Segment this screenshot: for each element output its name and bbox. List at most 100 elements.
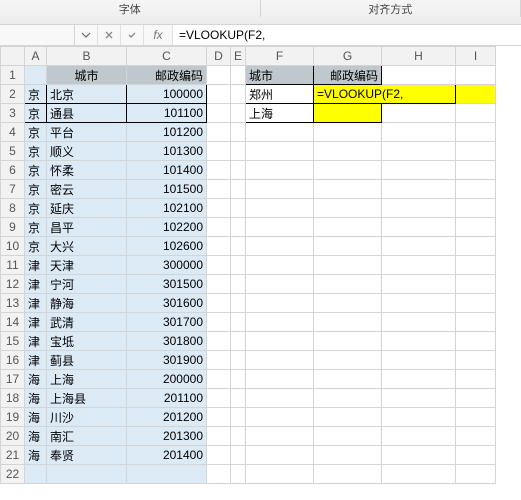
cell[interactable] bbox=[382, 180, 456, 199]
cell[interactable]: 京 bbox=[25, 123, 47, 142]
col-header[interactable]: I bbox=[456, 47, 496, 66]
cell[interactable] bbox=[382, 275, 456, 294]
cell[interactable]: 301500 bbox=[127, 275, 207, 294]
row-header[interactable]: 20 bbox=[1, 427, 25, 446]
cell[interactable] bbox=[231, 332, 246, 351]
cell[interactable] bbox=[456, 313, 496, 332]
cell[interactable] bbox=[456, 123, 496, 142]
cell[interactable] bbox=[382, 256, 456, 275]
cell[interactable] bbox=[231, 104, 246, 123]
cell[interactable] bbox=[314, 427, 382, 446]
cell[interactable]: 100000 bbox=[127, 85, 207, 104]
cell[interactable] bbox=[456, 446, 496, 465]
cell[interactable]: 海 bbox=[25, 446, 47, 465]
row-header[interactable]: 10 bbox=[1, 237, 25, 256]
cell[interactable] bbox=[456, 104, 496, 123]
cell[interactable]: 海 bbox=[25, 408, 47, 427]
cell[interactable] bbox=[382, 123, 456, 142]
main-header-zip[interactable]: 邮政编码 bbox=[127, 66, 207, 85]
row-header[interactable]: 2 bbox=[1, 85, 25, 104]
cell[interactable] bbox=[314, 351, 382, 370]
cell[interactable]: 京 bbox=[25, 180, 47, 199]
cell[interactable] bbox=[246, 161, 314, 180]
cell[interactable]: 上海县 bbox=[47, 389, 127, 408]
cell[interactable]: 延庆 bbox=[47, 199, 127, 218]
cell[interactable] bbox=[207, 161, 231, 180]
cell[interactable]: 大兴 bbox=[47, 237, 127, 256]
cell[interactable]: 101200 bbox=[127, 123, 207, 142]
row-header[interactable]: 16 bbox=[1, 351, 25, 370]
cell[interactable] bbox=[231, 465, 246, 484]
row-header[interactable]: 1 bbox=[1, 66, 25, 85]
cell[interactable]: 密云 bbox=[47, 180, 127, 199]
cell[interactable] bbox=[382, 142, 456, 161]
cell[interactable] bbox=[246, 465, 314, 484]
cell[interactable] bbox=[382, 313, 456, 332]
cell[interactable]: 武清 bbox=[47, 313, 127, 332]
cell[interactable]: 301700 bbox=[127, 313, 207, 332]
cell[interactable] bbox=[246, 199, 314, 218]
cell[interactable] bbox=[207, 123, 231, 142]
cell[interactable] bbox=[382, 104, 456, 123]
cell[interactable] bbox=[382, 465, 456, 484]
cell[interactable] bbox=[456, 218, 496, 237]
cell[interactable] bbox=[456, 66, 496, 85]
spreadsheet-grid[interactable]: A B C D E F G H I 1 城市 邮政编码 城市 邮政编码 2 京 … bbox=[0, 46, 521, 484]
confirm-formula-icon[interactable] bbox=[121, 25, 144, 45]
row-header[interactable]: 12 bbox=[1, 275, 25, 294]
cell[interactable] bbox=[246, 446, 314, 465]
cell[interactable] bbox=[456, 389, 496, 408]
cancel-formula-icon[interactable] bbox=[98, 25, 121, 45]
cell[interactable] bbox=[246, 142, 314, 161]
cell[interactable] bbox=[246, 123, 314, 142]
cell[interactable] bbox=[314, 237, 382, 256]
cell[interactable]: 201200 bbox=[127, 408, 207, 427]
cell[interactable]: 201100 bbox=[127, 389, 207, 408]
cell[interactable] bbox=[382, 408, 456, 427]
cell[interactable] bbox=[207, 275, 231, 294]
namebox-dropdown-icon[interactable] bbox=[75, 25, 98, 45]
cell[interactable] bbox=[456, 85, 496, 104]
lookup-city[interactable]: 郑州 bbox=[246, 85, 314, 104]
cell[interactable] bbox=[231, 389, 246, 408]
cell[interactable]: 京 bbox=[25, 161, 47, 180]
cell[interactable] bbox=[231, 427, 246, 446]
col-header[interactable]: H bbox=[382, 47, 456, 66]
cell[interactable] bbox=[246, 313, 314, 332]
cell[interactable] bbox=[207, 199, 231, 218]
cell[interactable] bbox=[207, 427, 231, 446]
cell[interactable] bbox=[314, 408, 382, 427]
col-header[interactable]: D bbox=[207, 47, 231, 66]
cell[interactable]: 津 bbox=[25, 351, 47, 370]
cell[interactable] bbox=[382, 446, 456, 465]
cell[interactable]: 宝坻 bbox=[47, 332, 127, 351]
cell[interactable] bbox=[231, 237, 246, 256]
col-header[interactable]: A bbox=[25, 47, 47, 66]
name-box[interactable] bbox=[0, 25, 75, 45]
cell[interactable]: 102200 bbox=[127, 218, 207, 237]
cell[interactable] bbox=[314, 142, 382, 161]
main-header-city[interactable]: 城市 bbox=[47, 66, 127, 85]
cell[interactable]: 北京 bbox=[47, 85, 127, 104]
col-header[interactable]: E bbox=[231, 47, 246, 66]
cell[interactable] bbox=[231, 123, 246, 142]
cell[interactable]: 300000 bbox=[127, 256, 207, 275]
cell[interactable] bbox=[382, 237, 456, 256]
cell[interactable] bbox=[47, 465, 127, 484]
cell[interactable] bbox=[207, 142, 231, 161]
cell[interactable] bbox=[246, 237, 314, 256]
cell[interactable] bbox=[207, 332, 231, 351]
cell[interactable] bbox=[231, 446, 246, 465]
cell[interactable]: 京 bbox=[25, 199, 47, 218]
cell[interactable]: 101400 bbox=[127, 161, 207, 180]
cell[interactable]: 通县 bbox=[47, 104, 127, 123]
cell[interactable] bbox=[246, 294, 314, 313]
row-header[interactable]: 3 bbox=[1, 104, 25, 123]
cell[interactable]: 津 bbox=[25, 256, 47, 275]
cell[interactable] bbox=[314, 313, 382, 332]
cell[interactable]: 京 bbox=[25, 104, 47, 123]
cell[interactable]: 川沙 bbox=[47, 408, 127, 427]
cell[interactable] bbox=[207, 218, 231, 237]
cell[interactable] bbox=[456, 370, 496, 389]
cell[interactable] bbox=[207, 351, 231, 370]
